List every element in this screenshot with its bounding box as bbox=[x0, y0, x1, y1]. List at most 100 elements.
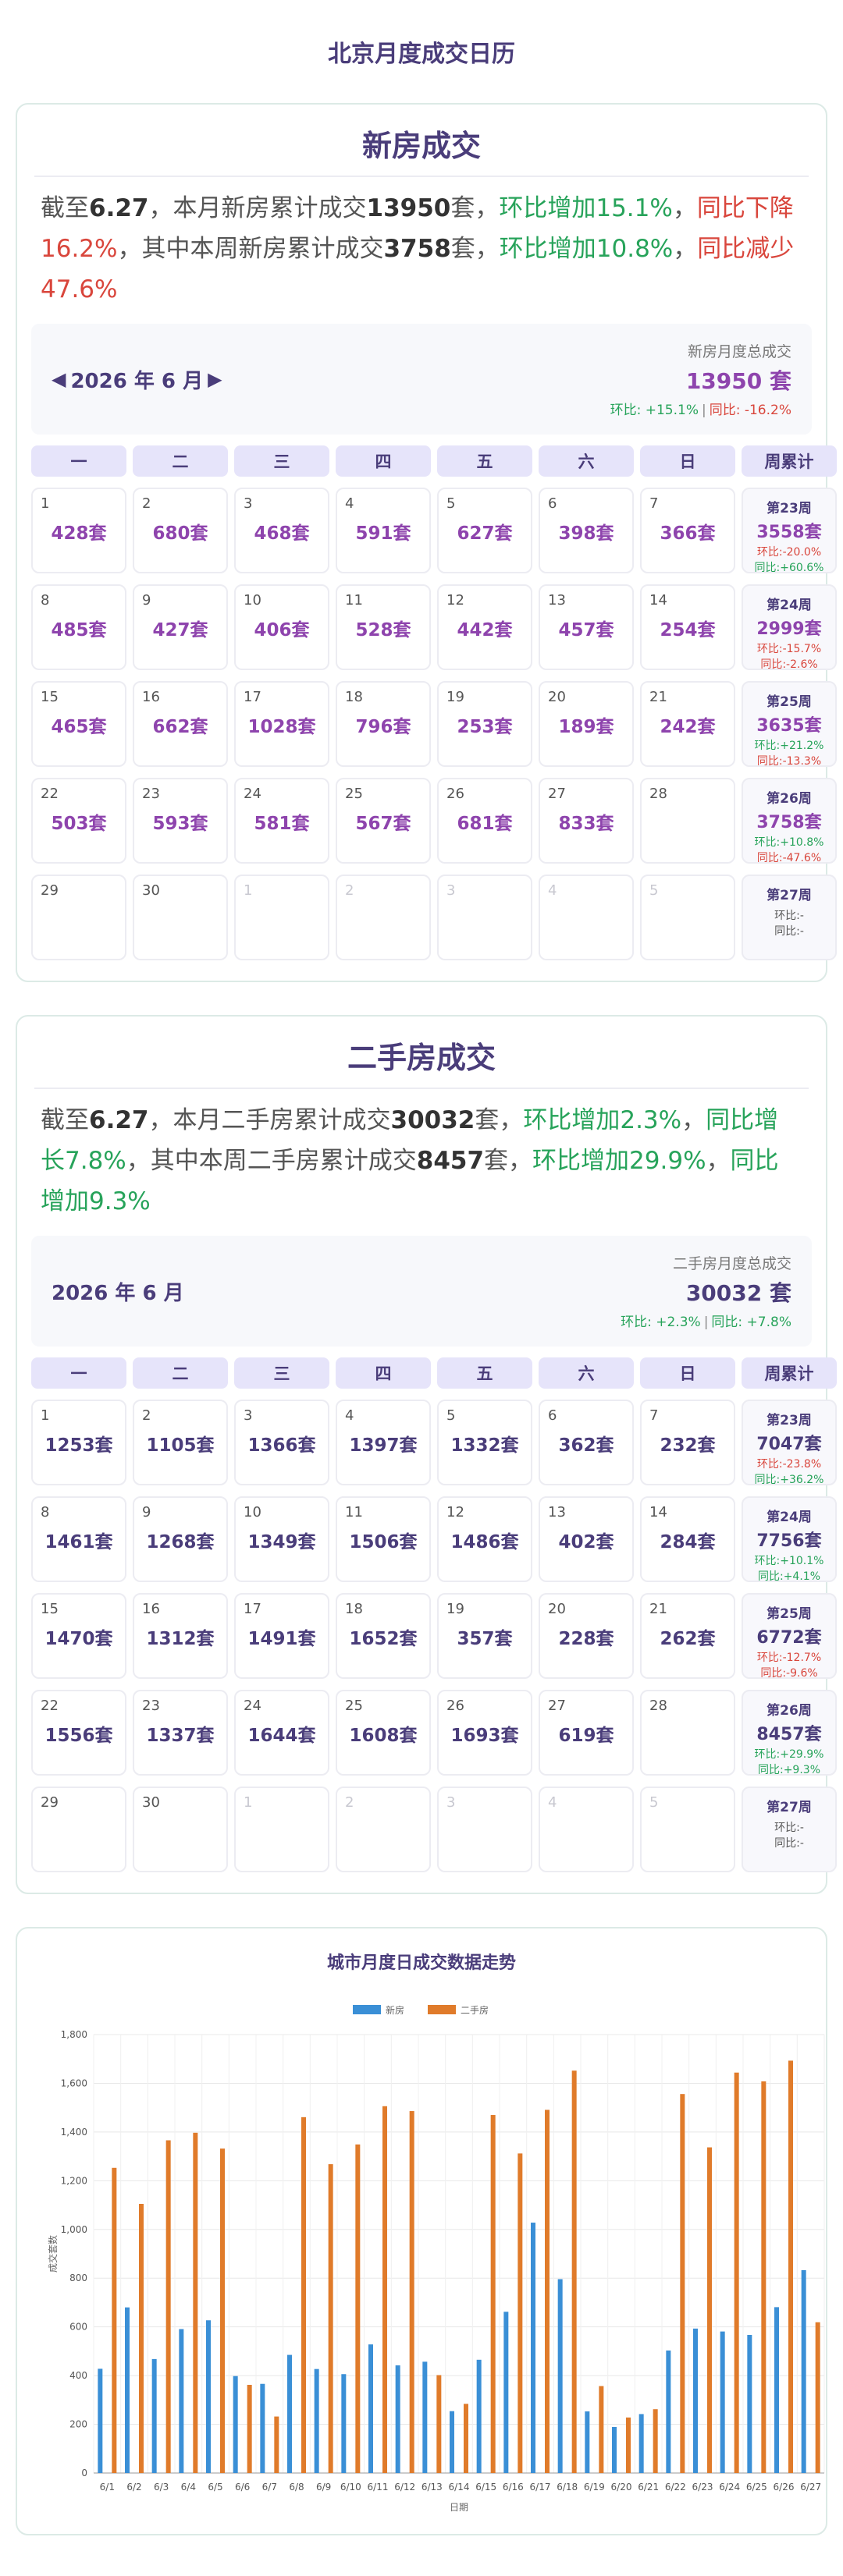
calendar-day-cell[interactable]: 5 1332套 bbox=[437, 1400, 532, 1485]
calendar-day-cell[interactable]: 23 1337套 bbox=[133, 1690, 228, 1776]
calendar-day-cell[interactable]: 27 833套 bbox=[539, 778, 634, 864]
calendar-day-cell[interactable]: 2 bbox=[336, 1787, 431, 1872]
calendar-day-cell[interactable]: 15 465套 bbox=[31, 681, 126, 767]
bar-new bbox=[557, 2279, 563, 2473]
calendar-day-cell[interactable]: 19 253套 bbox=[437, 681, 532, 767]
y-tick-label: 0 bbox=[81, 2468, 87, 2478]
calendar-day-cell[interactable]: 11 528套 bbox=[336, 584, 431, 670]
calendar-day-cell[interactable]: 26 681套 bbox=[437, 778, 532, 864]
day-volume: 593套 bbox=[152, 814, 208, 834]
calendar-day-cell[interactable]: 6 398套 bbox=[539, 488, 634, 573]
calendar-day-cell[interactable]: 1 bbox=[234, 1787, 329, 1872]
calendar-day-cell[interactable]: 18 1652套 bbox=[336, 1593, 431, 1679]
calendar-day-cell[interactable]: 29 bbox=[31, 1787, 126, 1872]
calendar-day-cell[interactable]: 1 428套 bbox=[31, 488, 126, 573]
calendar-day-cell[interactable]: 14 254套 bbox=[640, 584, 735, 670]
calendar-day-cell[interactable]: 24 1644套 bbox=[234, 1690, 329, 1776]
calendar-day-cell[interactable]: 1 1253套 bbox=[31, 1400, 126, 1485]
calendar-day-cell[interactable]: 10 1349套 bbox=[234, 1496, 329, 1582]
calendar-day-cell[interactable]: 21 262套 bbox=[640, 1593, 735, 1679]
week-number: 第26周 bbox=[767, 791, 812, 807]
x-tick-label: 6/24 bbox=[719, 2482, 740, 2493]
calendar-day-cell[interactable]: 7 232套 bbox=[640, 1400, 735, 1485]
calendar-day-cell[interactable]: 29 bbox=[31, 875, 126, 960]
calendar-day-cell[interactable]: 2 bbox=[336, 875, 431, 960]
bar-new bbox=[747, 2334, 752, 2473]
calendar-day-cell[interactable]: 4 591套 bbox=[336, 488, 431, 573]
calendar-day-cell[interactable]: 17 1028套 bbox=[234, 681, 329, 767]
calendar-day-cell[interactable]: 10 406套 bbox=[234, 584, 329, 670]
calendar-day-cell[interactable]: 14 284套 bbox=[640, 1496, 735, 1582]
calendar-day-cell[interactable]: 16 662套 bbox=[133, 681, 228, 767]
calendar-day-cell[interactable]: 2 680套 bbox=[133, 488, 228, 573]
x-tick-label: 6/12 bbox=[394, 2482, 415, 2493]
week-number: 第24周 bbox=[767, 1510, 812, 1525]
calendar-day-cell[interactable]: 4 bbox=[539, 1787, 634, 1872]
triangle-right-icon[interactable]: ▶ bbox=[208, 368, 222, 390]
calendar-day-cell[interactable]: 27 619套 bbox=[539, 1690, 634, 1776]
calendar-day-cell[interactable]: 3 1366套 bbox=[234, 1400, 329, 1485]
calendar-day-cell[interactable]: 5 bbox=[640, 875, 735, 960]
bar-second bbox=[382, 2106, 387, 2473]
calendar-day-cell[interactable]: 25 1608套 bbox=[336, 1690, 431, 1776]
day-number: 7 bbox=[649, 1407, 659, 1424]
calendar-day-cell[interactable]: 28 bbox=[640, 1690, 735, 1776]
summary-text: 套， bbox=[450, 235, 500, 263]
calendar-day-cell[interactable]: 23 593套 bbox=[133, 778, 228, 864]
calendar-day-cell[interactable]: 20 228套 bbox=[539, 1593, 634, 1679]
day-number: 10 bbox=[244, 592, 261, 609]
calendar-day-cell[interactable]: 17 1491套 bbox=[234, 1593, 329, 1679]
calendar-day-cell[interactable]: 26 1693套 bbox=[437, 1690, 532, 1776]
total-compare: 环比: +15.1% | 同比: -16.2% bbox=[610, 399, 791, 418]
calendar-day-cell[interactable]: 22 503套 bbox=[31, 778, 126, 864]
day-number: 28 bbox=[649, 786, 667, 802]
summary-text: ，其中本周新房累计成交 bbox=[117, 235, 384, 263]
day-number: 5 bbox=[446, 1407, 456, 1424]
calendar-day-cell[interactable]: 3 468套 bbox=[234, 488, 329, 573]
calendar-day-cell[interactable]: 25 567套 bbox=[336, 778, 431, 864]
calendar-day-cell[interactable]: 20 189套 bbox=[539, 681, 634, 767]
calendar-day-cell[interactable]: 6 362套 bbox=[539, 1400, 634, 1485]
calendar-day-cell[interactable]: 9 427套 bbox=[133, 584, 228, 670]
calendar-day-cell[interactable]: 1 bbox=[234, 875, 329, 960]
calendar-day-cell[interactable]: 12 442套 bbox=[437, 584, 532, 670]
calendar-day-cell[interactable]: 19 357套 bbox=[437, 1593, 532, 1679]
calendar-day-cell[interactable]: 18 796套 bbox=[336, 681, 431, 767]
week-mom: 环比:+29.9% bbox=[754, 1748, 824, 1761]
calendar-day-cell[interactable]: 4 1397套 bbox=[336, 1400, 431, 1485]
calendar-day-cell[interactable]: 7 366套 bbox=[640, 488, 735, 573]
calendar-day-cell[interactable]: 11 1506套 bbox=[336, 1496, 431, 1582]
calendar-day-cell[interactable]: 4 bbox=[539, 875, 634, 960]
calendar-day-cell[interactable]: 24 581套 bbox=[234, 778, 329, 864]
calendar-day-cell[interactable]: 13 457套 bbox=[539, 584, 634, 670]
weekday-header: 六 bbox=[539, 445, 634, 477]
summary-text: 套， bbox=[484, 1147, 533, 1175]
calendar-day-cell[interactable]: 5 bbox=[640, 1787, 735, 1872]
day-number: 3 bbox=[244, 1407, 253, 1424]
calendar-day-cell[interactable]: 5 627套 bbox=[437, 488, 532, 573]
calendar-day-cell[interactable]: 30 bbox=[133, 875, 228, 960]
calendar-day-cell[interactable]: 13 402套 bbox=[539, 1496, 634, 1582]
calendar-day-cell[interactable]: 2 1105套 bbox=[133, 1400, 228, 1485]
calendar-day-cell[interactable]: 8 485套 bbox=[31, 584, 126, 670]
x-tick-label: 6/17 bbox=[530, 2482, 551, 2493]
calendar-day-cell[interactable]: 28 bbox=[640, 778, 735, 864]
calendar-day-cell[interactable]: 8 1461套 bbox=[31, 1496, 126, 1582]
calendar-day-cell[interactable]: 22 1556套 bbox=[31, 1690, 126, 1776]
calendar-day-cell[interactable]: 30 bbox=[133, 1787, 228, 1872]
day-number: 19 bbox=[446, 689, 464, 705]
calendar-day-cell[interactable]: 16 1312套 bbox=[133, 1593, 228, 1679]
calendar-day-cell[interactable]: 15 1470套 bbox=[31, 1593, 126, 1679]
week-yoy: 同比:-9.6% bbox=[760, 1667, 818, 1680]
x-tick-label: 6/7 bbox=[262, 2482, 277, 2493]
summary-text: 截至 bbox=[41, 1106, 89, 1134]
calendar-day-cell[interactable]: 3 bbox=[437, 875, 532, 960]
triangle-left-icon[interactable]: ◀ bbox=[52, 368, 66, 390]
weekday-header: 三 bbox=[234, 445, 329, 477]
calendar-day-cell[interactable]: 12 1486套 bbox=[437, 1496, 532, 1582]
calendar-day-cell[interactable]: 9 1268套 bbox=[133, 1496, 228, 1582]
calendar-day-cell[interactable]: 3 bbox=[437, 1787, 532, 1872]
day-number: 1 bbox=[41, 1407, 50, 1424]
day-volume: 262套 bbox=[660, 1629, 716, 1649]
calendar-day-cell[interactable]: 21 242套 bbox=[640, 681, 735, 767]
